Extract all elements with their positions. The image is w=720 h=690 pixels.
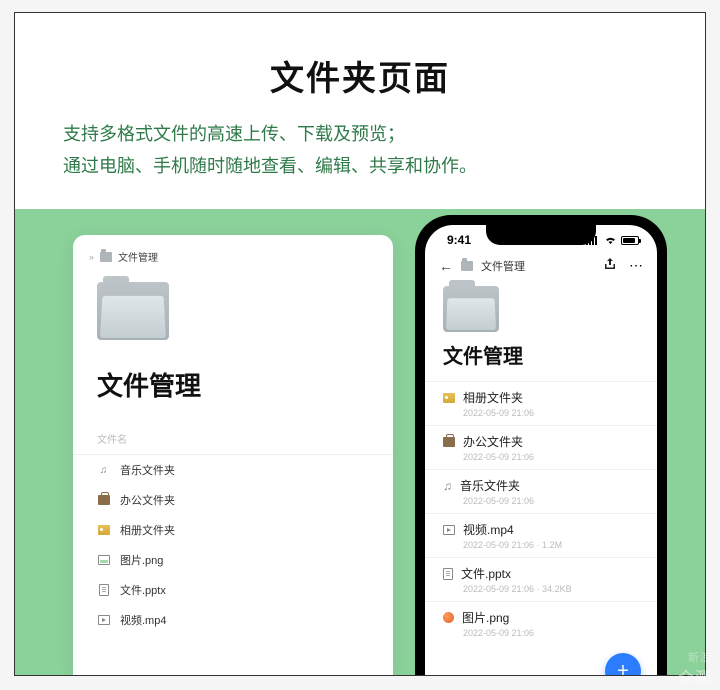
file-name: 音乐文件夹 xyxy=(120,462,175,478)
share-button[interactable] xyxy=(603,257,617,274)
png-icon xyxy=(97,554,110,567)
app-bar: ← 文件管理 ⋯ xyxy=(425,251,657,276)
file-name: 文件.pptx xyxy=(461,565,511,582)
list-item[interactable]: 视频.mp4 2022-05-09 21:06 · 1.2M xyxy=(425,513,657,557)
file-name: 图片.png xyxy=(462,609,509,626)
back-button[interactable]: ← xyxy=(439,258,453,274)
wifi-icon xyxy=(604,235,617,245)
page-heading: 文件夹页面 xyxy=(15,13,705,100)
folder-hero-icon xyxy=(443,286,499,332)
breadcrumb[interactable]: » 文件管理 xyxy=(73,249,393,264)
column-header-filename[interactable]: 文件名 xyxy=(73,423,393,455)
status-time: 9:41 xyxy=(447,233,471,247)
folder-hero-icon xyxy=(97,282,169,340)
phone-title: 文件管理 xyxy=(425,332,657,381)
file-meta: 2022-05-09 21:06 · 34.2KB xyxy=(443,582,639,594)
phone-notch xyxy=(486,225,596,245)
music-icon: ♫ xyxy=(97,464,110,477)
file-name: 视频.mp4 xyxy=(120,612,166,628)
subheading-line-1: 支持多格式文件的高速上传、下载及预览； xyxy=(63,118,657,150)
battery-icon xyxy=(621,236,639,245)
desktop-title: 文件管理 xyxy=(73,340,393,423)
showcase-area: » 文件管理 文件管理 文件名 ♫ 音乐文件夹 办公文件夹 相册文件夹 xyxy=(15,209,705,675)
music-icon: ♫ xyxy=(443,479,452,493)
video-icon xyxy=(97,614,110,627)
file-meta: 2022-05-09 21:06 · 1.2M xyxy=(443,538,639,550)
file-name: 视频.mp4 xyxy=(463,521,514,538)
image-icon xyxy=(443,393,455,403)
file-meta: 2022-05-09 21:06 xyxy=(443,450,639,462)
document-icon xyxy=(443,568,453,580)
file-name: 图片.png xyxy=(120,552,163,568)
file-meta: 2022-05-09 21:06 xyxy=(443,494,639,506)
file-name: 相册文件夹 xyxy=(463,389,523,406)
list-item[interactable]: 文件.pptx 2022-05-09 21:06 · 34.2KB xyxy=(425,557,657,601)
file-row[interactable]: 相册文件夹 xyxy=(73,515,393,545)
file-row[interactable]: 文件.pptx xyxy=(73,575,393,605)
list-item[interactable]: 相册文件夹 2022-05-09 21:06 xyxy=(425,381,657,425)
image-icon xyxy=(97,524,110,537)
file-row[interactable]: 视频.mp4 xyxy=(73,605,393,635)
list-item[interactable]: 办公文件夹 2022-05-09 21:06 xyxy=(425,425,657,469)
folder-icon xyxy=(100,252,112,262)
breadcrumb-sep-icon: » xyxy=(89,252,94,262)
file-name: 办公文件夹 xyxy=(463,433,523,450)
folder-icon xyxy=(461,261,473,271)
file-meta: 2022-05-09 21:06 xyxy=(443,626,639,638)
file-name: 文件.pptx xyxy=(120,582,166,598)
page-subheading: 支持多格式文件的高速上传、下载及预览； 通过电脑、手机随时随地查看、编辑、共享和… xyxy=(15,100,705,201)
phone-frame: 9:41 ← 文件管理 xyxy=(415,215,667,675)
circle-icon xyxy=(443,612,454,623)
file-row[interactable]: 图片.png xyxy=(73,545,393,575)
list-item[interactable]: ♫ 音乐文件夹 2022-05-09 21:06 xyxy=(425,469,657,513)
more-button[interactable]: ⋯ xyxy=(629,257,643,274)
phone-screen: 9:41 ← 文件管理 xyxy=(425,225,657,675)
watermark-line-1: 新浪 xyxy=(678,653,712,664)
desktop-window: » 文件管理 文件管理 文件名 ♫ 音乐文件夹 办公文件夹 相册文件夹 xyxy=(73,235,393,675)
list-item[interactable]: 图片.png 2022-05-09 21:06 xyxy=(425,601,657,645)
subheading-line-2: 通过电脑、手机随时随地查看、编辑、共享和协作。 xyxy=(63,150,657,182)
briefcase-icon xyxy=(443,437,455,447)
watermark-line-2: 众测 xyxy=(678,670,712,687)
file-name: 办公文件夹 xyxy=(120,492,175,508)
file-name: 音乐文件夹 xyxy=(460,477,520,494)
video-icon xyxy=(443,525,455,535)
watermark: 新浪 众测 xyxy=(678,653,712,688)
file-meta: 2022-05-09 21:06 xyxy=(443,406,639,418)
briefcase-icon xyxy=(97,494,110,507)
file-row[interactable]: ♫ 音乐文件夹 xyxy=(73,455,393,485)
file-name: 相册文件夹 xyxy=(120,522,175,538)
app-bar-title: 文件管理 xyxy=(481,258,525,274)
document-icon xyxy=(97,584,110,597)
breadcrumb-label: 文件管理 xyxy=(118,249,158,264)
file-row[interactable]: 办公文件夹 xyxy=(73,485,393,515)
add-button[interactable]: + xyxy=(605,653,641,675)
